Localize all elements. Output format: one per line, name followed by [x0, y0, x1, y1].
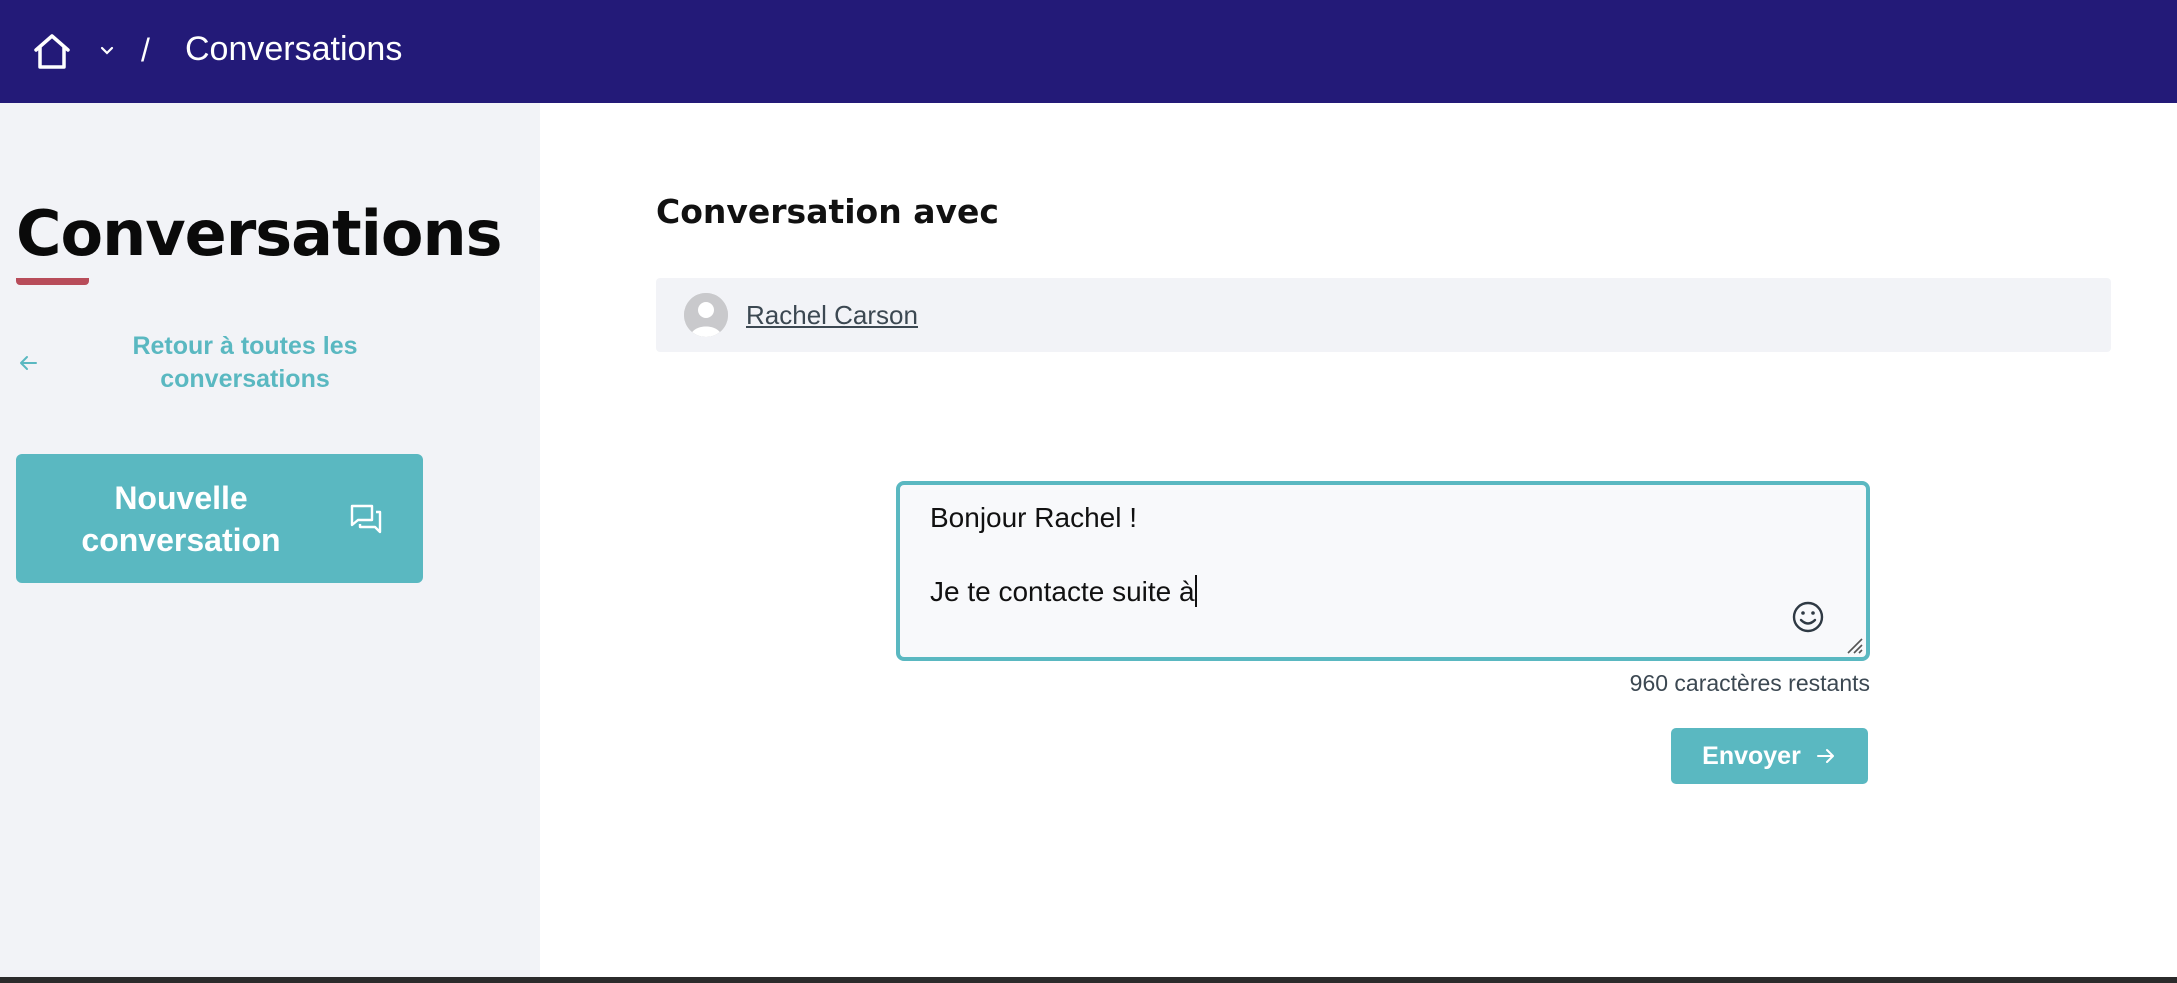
back-to-conversations-link[interactable]: Retour à toutes les conversations: [16, 328, 396, 398]
chat-bubbles-icon: [346, 499, 386, 539]
message-text[interactable]: Bonjour Rachel ! Je te contacte suite à: [930, 499, 1790, 610]
text-caret: [1194, 575, 1197, 607]
message-input[interactable]: Bonjour Rachel ! Je te contacte suite à: [896, 481, 1870, 661]
breadcrumb-current-page: Conversations: [185, 30, 403, 68]
bottom-edge: [0, 977, 2177, 983]
participant-bar: Rachel Carson: [656, 278, 2111, 352]
new-conversation-label: Nouvelle conversation: [81, 479, 281, 558]
conversation-heading: Conversation avec: [656, 192, 999, 231]
home-icon: [34, 34, 70, 69]
arrow-right-icon: [1815, 745, 1837, 767]
chevron-down-icon: [100, 46, 114, 55]
title-underline: [16, 278, 89, 285]
page-title: Conversations: [16, 197, 503, 270]
new-conversation-button[interactable]: Nouvelle conversation: [16, 454, 423, 583]
top-navigation-bar: / Conversations: [0, 0, 2177, 103]
back-link-label: Retour à toutes les conversations: [132, 332, 358, 393]
user-avatar-icon: [684, 293, 728, 337]
arrow-left-icon: [16, 351, 40, 375]
home-button[interactable]: [30, 30, 74, 72]
smiley-icon: [1792, 601, 1824, 633]
sidebar: Conversations Retour à toutes les conver…: [0, 103, 540, 977]
send-button-label: Envoyer: [1702, 741, 1801, 770]
send-button[interactable]: Envoyer: [1671, 728, 1868, 784]
emoji-button[interactable]: [1790, 599, 1826, 635]
remaining-characters-counter: 960 caractères restants: [1629, 670, 1870, 696]
message-value: Bonjour Rachel ! Je te contacte suite à: [930, 502, 1195, 607]
participant-name-link[interactable]: Rachel Carson: [746, 300, 918, 331]
breadcrumb-separator: /: [141, 32, 150, 68]
resize-handle-icon[interactable]: [1842, 633, 1864, 655]
breadcrumb-dropdown-button[interactable]: [96, 38, 118, 64]
